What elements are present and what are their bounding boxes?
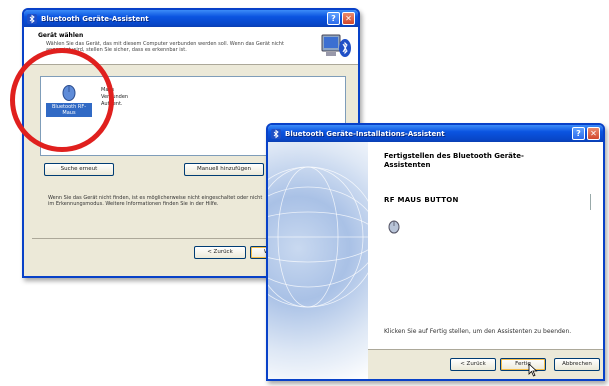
wizard-side-banner	[268, 142, 368, 379]
mouse-icon	[388, 220, 400, 234]
wizard-content: Fertigstellen des Bluetooth Geräte-Assis…	[368, 142, 603, 349]
header-title: Gerät wählen	[38, 32, 84, 39]
cancel-button[interactable]: Abbrechen	[554, 358, 600, 371]
back-button[interactable]: < Zurück	[194, 246, 246, 259]
highlight-circle	[10, 48, 114, 152]
title-bar[interactable]: Bluetooth Geräte-Assistent ? ✕	[24, 10, 358, 27]
mouse-cursor-icon	[528, 363, 538, 377]
device-name: RF MAUS BUTTON	[384, 196, 459, 204]
help-button[interactable]: ?	[572, 127, 585, 140]
header-description: Wählen Sie das Gerät, das mit diesem Com…	[46, 41, 284, 53]
close-button[interactable]: ✕	[342, 12, 355, 25]
bluetooth-installation-wizard-window: Bluetooth Geräte-Installations-Assistent…	[266, 123, 605, 381]
globe-graphic	[268, 166, 368, 308]
bluetooth-icon	[27, 13, 37, 24]
finish-button[interactable]: Fertig	[500, 358, 546, 371]
info-text: Wenn Sie das Gerät nicht finden, ist es …	[48, 195, 263, 207]
finish-text: Klicken Sie auf Fertig stellen, um den A…	[384, 328, 572, 335]
title-bar[interactable]: Bluetooth Geräte-Installations-Assistent…	[268, 125, 603, 142]
wizard-button-bar: < Zurück Fertig Abbrechen	[368, 349, 603, 379]
search-again-button[interactable]: Suche erneut	[44, 163, 114, 176]
help-button[interactable]: ?	[327, 12, 340, 25]
back-button[interactable]: < Zurück	[450, 358, 496, 371]
wizard-heading: Fertigstellen des Bluetooth Geräte-Assis…	[384, 152, 524, 169]
scroll-indicator	[590, 194, 591, 210]
close-button[interactable]: ✕	[587, 127, 600, 140]
bluetooth-icon	[271, 128, 281, 139]
bluetooth-computer-icon	[321, 34, 351, 57]
window-title: Bluetooth Geräte-Installations-Assistent	[285, 129, 445, 138]
window-title: Bluetooth Geräte-Assistent	[41, 14, 149, 23]
add-manually-button[interactable]: Manuell hinzufügen	[184, 163, 264, 176]
